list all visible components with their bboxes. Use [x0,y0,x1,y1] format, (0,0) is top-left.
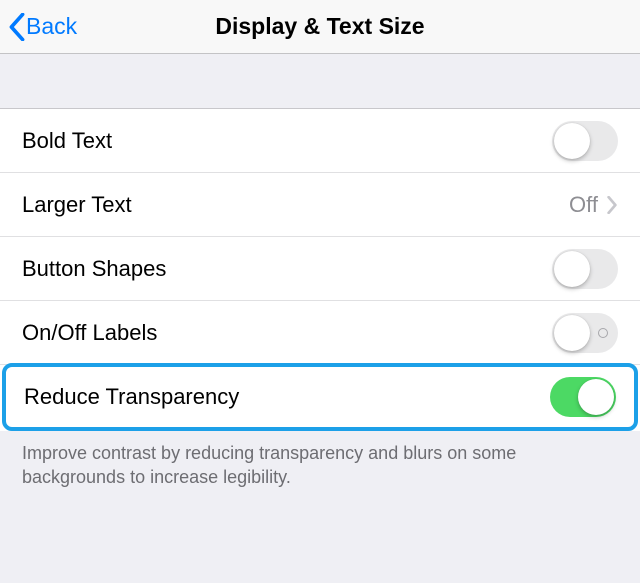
chevron-left-icon [8,13,26,41]
toggle-knob [554,251,590,287]
section-footer: Improve contrast by reducing transparenc… [0,431,640,490]
toggle-reduce-transparency[interactable] [550,377,616,417]
nav-bar: Back Display & Text Size [0,0,640,54]
chevron-right-icon [606,196,618,214]
row-label: On/Off Labels [22,320,552,346]
back-button[interactable]: Back [8,13,77,41]
toggle-knob [554,123,590,159]
row-bold-text[interactable]: Bold Text [0,109,640,173]
row-onoff-labels[interactable]: On/Off Labels [0,301,640,365]
row-larger-text[interactable]: Larger Text Off [0,173,640,237]
onoff-indicator-icon [598,328,608,338]
row-label: Bold Text [22,128,552,154]
row-value: Off [569,192,598,218]
page-title: Display & Text Size [0,13,640,40]
toggle-knob [578,379,614,415]
row-label: Reduce Transparency [24,384,550,410]
row-reduce-transparency[interactable]: Reduce Transparency [6,367,634,427]
back-label: Back [26,13,77,40]
toggle-button-shapes[interactable] [552,249,618,289]
toggle-bold-text[interactable] [552,121,618,161]
toggle-knob [554,315,590,351]
row-label: Button Shapes [22,256,552,282]
row-button-shapes[interactable]: Button Shapes [0,237,640,301]
toggle-onoff-labels[interactable] [552,313,618,353]
highlight-box: Reduce Transparency [2,363,638,431]
row-label: Larger Text [22,192,569,218]
section-spacer [0,54,640,109]
settings-group: Bold Text Larger Text Off Button Shapes … [0,109,640,431]
